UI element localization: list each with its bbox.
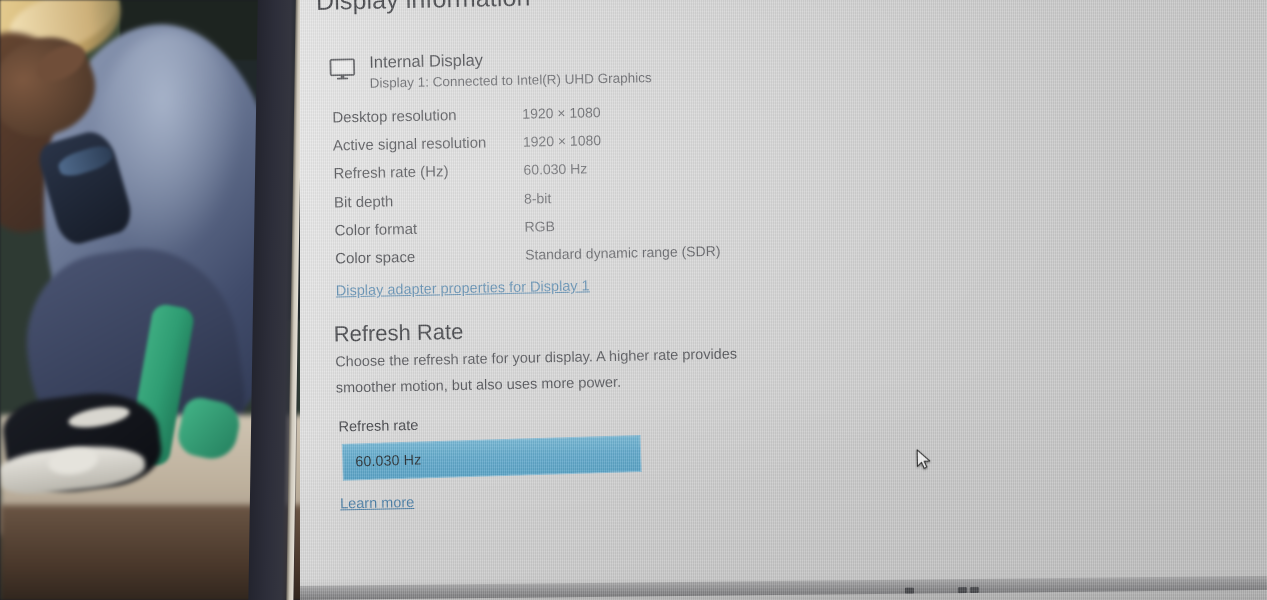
refresh-rate-selected-value: 60.030 Hz (355, 451, 422, 470)
laptop-screen: Display information Internal Display Dis… (300, 0, 1267, 600)
taskbar-icon[interactable] (957, 587, 967, 594)
spec-value: 60.030 Hz (523, 160, 588, 179)
page-title: Display information (316, 0, 531, 17)
refresh-rate-heading: Refresh Rate (333, 318, 464, 347)
spec-value: RGB (524, 217, 556, 235)
refresh-rate-description: Choose the refresh rate for your display… (335, 346, 738, 397)
display-adapter-properties-link[interactable]: Display adapter properties for Display 1 (336, 273, 856, 300)
monitor-icon (329, 58, 356, 86)
spec-value: 1920 × 1080 (522, 104, 601, 122)
display-card-text: Internal Display Display 1: Connected to… (369, 47, 652, 94)
taskbar-icon[interactable] (904, 587, 914, 594)
spec-value: 8-bit (523, 189, 552, 207)
spec-label: Refresh rate (Hz) (333, 163, 449, 183)
display-spec-table: Desktop resolution 1920 × 1080 Active si… (332, 99, 856, 300)
screenshot-root: Display information Internal Display Dis… (0, 0, 1267, 600)
refresh-rate-field-label: Refresh rate (338, 417, 419, 436)
display-card-header: Internal Display Display 1: Connected to… (329, 47, 652, 94)
spec-label: Active signal resolution (332, 134, 487, 155)
mouse-pointer-icon (916, 449, 932, 471)
settings-page: Display information Internal Display Dis… (300, 0, 1267, 600)
spec-label: Color format (334, 220, 418, 240)
spec-value: Standard dynamic range (SDR) (524, 242, 721, 263)
spec-label: Bit depth (333, 192, 394, 212)
learn-more-link[interactable]: Learn more (340, 495, 414, 512)
spec-label: Desktop resolution (332, 107, 457, 127)
spec-label: Color space (335, 248, 416, 268)
taskbar-icon[interactable] (969, 586, 979, 593)
spec-value: 1920 × 1080 (522, 132, 602, 150)
display-subtitle: Display 1: Connected to Intel(R) UHD Gra… (369, 70, 652, 91)
refresh-rate-dropdown[interactable]: 60.030 Hz (341, 434, 642, 481)
